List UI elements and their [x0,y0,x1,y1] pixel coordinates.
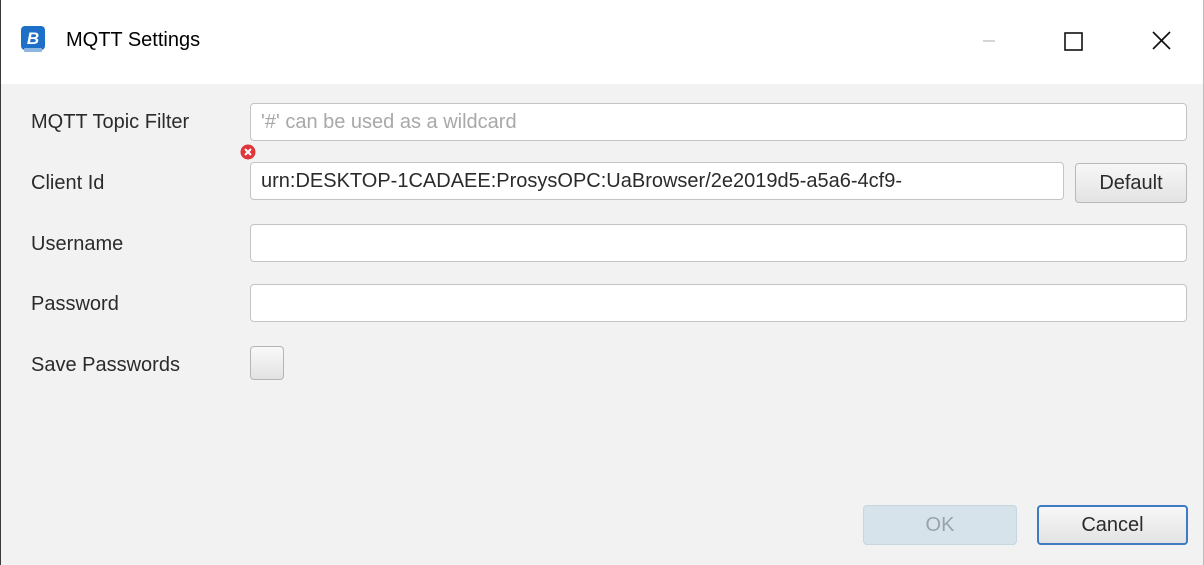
client-id-input[interactable] [250,162,1064,200]
app-icon: B [21,26,45,52]
cancel-button[interactable]: Cancel [1037,505,1188,545]
username-label: Username [31,233,124,255]
maximize-icon[interactable] [1053,21,1093,61]
password-label: Password [31,293,119,315]
error-icon [240,144,256,160]
username-input[interactable] [250,224,1187,262]
topic-filter-label: MQTT Topic Filter [31,111,190,133]
svg-text:B: B [27,29,39,48]
topic-filter-input[interactable] [250,103,1187,141]
close-icon[interactable] [1141,21,1181,61]
ok-button[interactable]: OK [863,505,1017,545]
default-client-id-button[interactable]: Default [1075,163,1187,203]
password-input[interactable] [250,284,1187,322]
mqtt-settings-dialog: B MQTT Settings MQTT Topic Filter Client… [0,0,1204,565]
save-passwords-checkbox[interactable] [250,346,284,380]
minimize-icon[interactable] [969,21,1009,61]
client-id-label: Client Id [31,172,105,194]
title-bar[interactable]: B MQTT Settings [1,0,1203,84]
window-title: MQTT Settings [66,29,201,51]
save-passwords-label: Save Passwords [31,354,180,376]
